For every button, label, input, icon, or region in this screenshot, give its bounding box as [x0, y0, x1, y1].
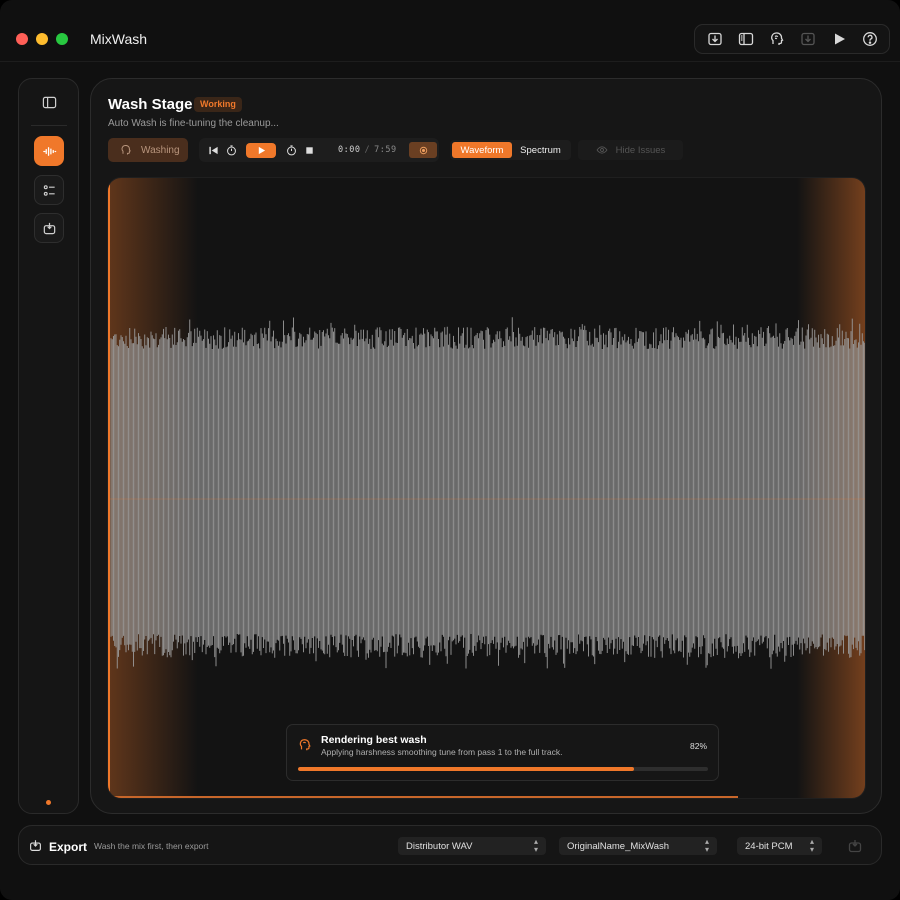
- help-button[interactable]: [859, 28, 881, 50]
- hide-issues-button[interactable]: Hide Issues: [578, 140, 683, 160]
- app-window: MixWash Wash Stage Working Auto Wash is …: [0, 0, 900, 900]
- render-progress-fill: [298, 767, 635, 771]
- sidebar-toggle-button[interactable]: [735, 28, 757, 50]
- washing-label: Washing: [141, 144, 180, 156]
- export-format-select[interactable]: Distributor WAV ▴ ▾: [398, 837, 546, 855]
- waveform-view[interactable]: Rendering best wash Applying harshness s…: [107, 177, 866, 799]
- listen-button[interactable]: [766, 28, 788, 50]
- loop-icon: [419, 146, 427, 154]
- export-filename-select[interactable]: OriginalName_MixWash ▴ ▾: [559, 837, 717, 855]
- render-description: Applying harshness smoothing tune from p…: [321, 747, 563, 757]
- help-icon: [862, 32, 877, 46]
- waveform-bars: [110, 317, 865, 669]
- sidebar-item-export[interactable]: [34, 213, 64, 243]
- view-mode-segmented-control: Waveform Spectrum: [450, 140, 571, 160]
- playback-position-bar[interactable]: [112, 796, 738, 798]
- chevron-updown-icon: ▴ ▾: [809, 837, 814, 854]
- window-controls: [16, 33, 68, 45]
- export-icon: [30, 840, 41, 851]
- render-progress-card: Rendering best wash Applying harshness s…: [286, 724, 719, 781]
- title-toolbar: [694, 24, 890, 54]
- status-badge: Working: [194, 97, 242, 112]
- time-separator: /: [364, 145, 371, 155]
- tab-spectrum[interactable]: Spectrum: [512, 142, 569, 158]
- export-label: Export: [49, 840, 88, 854]
- eye-icon: [596, 146, 608, 154]
- hide-issues-label: Hide Issues: [615, 144, 666, 156]
- timer-back-icon: [226, 144, 236, 155]
- zoom-window-button[interactable]: [56, 33, 68, 45]
- export-toolbar-button[interactable]: [797, 28, 819, 50]
- forward-button[interactable]: [282, 141, 300, 159]
- play-icon: [258, 146, 265, 154]
- import-icon: [707, 32, 722, 46]
- close-window-button[interactable]: [16, 33, 28, 45]
- app-title: MixWash: [90, 31, 148, 47]
- play-button[interactable]: [246, 142, 276, 158]
- left-sidebar: [18, 78, 79, 814]
- sidebar-divider: [31, 125, 67, 126]
- chevron-updown-icon: ▴ ▾: [533, 837, 538, 854]
- export-arrow-icon: [800, 32, 815, 46]
- stage-subtitle: Auto Wash is fine-tuning the cleanup...: [108, 118, 279, 129]
- skip-back-icon: [208, 146, 218, 154]
- time-readout: 0:00/7:59: [338, 145, 397, 155]
- export-filename-value: OriginalName_MixWash: [567, 840, 670, 852]
- render-progress-bar: [298, 767, 708, 771]
- waveform-graphic: [108, 178, 865, 798]
- playhead-start-marker: [108, 184, 110, 792]
- play-icon: [834, 33, 845, 45]
- loop-button[interactable]: [409, 142, 437, 158]
- stop-button[interactable]: [300, 141, 318, 159]
- page-title: Wash Stage: [108, 96, 193, 113]
- timer-forward-icon: [286, 144, 296, 155]
- import-button[interactable]: [704, 28, 726, 50]
- export-format-value: Distributor WAV: [406, 840, 473, 852]
- washing-button[interactable]: Washing: [108, 138, 188, 162]
- time-current: 0:00: [338, 145, 361, 155]
- skip-to-start-button[interactable]: [204, 141, 222, 159]
- bit-depth-value: 24-bit PCM: [745, 840, 793, 852]
- status-dot: [46, 800, 51, 805]
- render-percent: 82%: [689, 741, 707, 751]
- sidebar-toggle-icon: [738, 32, 753, 46]
- listen-head-icon: [299, 739, 311, 751]
- play-toolbar-button[interactable]: [828, 28, 850, 50]
- listen-head-icon: [121, 145, 131, 155]
- time-total: 7:59: [374, 145, 397, 155]
- export-icon: [43, 222, 55, 234]
- sidebar-item-settings[interactable]: [34, 175, 64, 205]
- panel-toggle-button[interactable]: [34, 87, 64, 117]
- wash-stage-panel: Wash Stage Working Auto Wash is fine-tun…: [90, 78, 882, 814]
- stop-icon: [305, 146, 313, 154]
- bit-depth-select[interactable]: 24-bit PCM ▴ ▾: [737, 837, 822, 855]
- rewind-button[interactable]: [222, 141, 240, 159]
- tab-waveform[interactable]: Waveform: [452, 142, 512, 158]
- panel-toggle-icon: [42, 96, 56, 108]
- waveform-icon: [42, 146, 56, 156]
- listen-head-icon: [770, 32, 783, 45]
- export-button[interactable]: [847, 838, 863, 854]
- transport-controls: 0:00/7:59: [199, 138, 439, 162]
- minimize-window-button[interactable]: [36, 33, 48, 45]
- chevron-updown-icon: ▴ ▾: [704, 837, 709, 854]
- sidebar-item-wash[interactable]: [34, 136, 64, 166]
- export-hint: Wash the mix first, then export: [94, 841, 209, 851]
- render-title: Rendering best wash: [321, 734, 427, 746]
- export-bar: Export Wash the mix first, then export D…: [18, 825, 882, 865]
- settings-list-icon: [43, 184, 55, 196]
- title-bar: MixWash: [0, 0, 900, 62]
